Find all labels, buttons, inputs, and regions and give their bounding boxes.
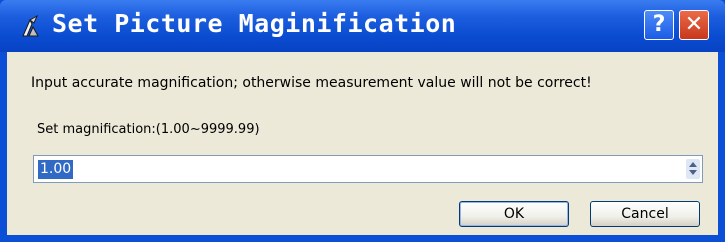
magnification-spinner[interactable]: 1.00 [33, 155, 703, 183]
close-icon: ✕ [684, 12, 704, 37]
window-title: Set Picture Maginification [52, 9, 457, 38]
dialog-body: Input accurate magnification; otherwise … [7, 52, 718, 235]
help-icon: ? [652, 12, 666, 37]
title-bar[interactable]: Set Picture Maginification ? ✕ [0, 0, 725, 52]
close-button[interactable]: ✕ [679, 10, 709, 40]
cancel-button[interactable]: Cancel [590, 201, 700, 227]
warning-message: Input accurate magnification; otherwise … [31, 75, 592, 91]
help-button[interactable]: ? [644, 10, 674, 40]
magnification-input[interactable]: 1.00 [38, 160, 74, 179]
ok-button[interactable]: OK [459, 201, 569, 227]
app-icon [20, 14, 42, 38]
magnification-label: Set magnification:(1.00~9999.99) [37, 122, 260, 137]
spin-buttons[interactable] [686, 159, 700, 179]
dialog-window: Set Picture Maginification ? ✕ Input acc… [0, 0, 725, 242]
arrow-up-icon[interactable] [689, 162, 697, 167]
arrow-down-icon[interactable] [689, 170, 697, 175]
